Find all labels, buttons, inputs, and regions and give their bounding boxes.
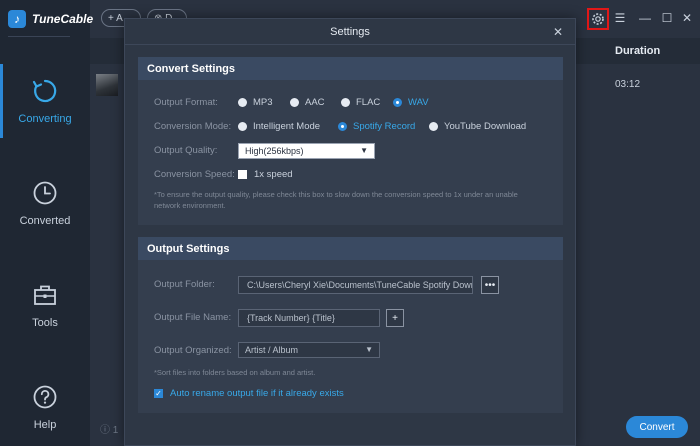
menu-icon[interactable]: ☰ (613, 11, 627, 25)
clock-icon (33, 181, 57, 205)
organized-note: *Sort files into folders based on album … (154, 368, 316, 377)
sidebar-item-label: Converted (19, 215, 71, 227)
conversion-mode-label: Conversion Mode: (154, 121, 232, 132)
sidebar: ♪ TuneCable Converting Converted Tools H… (0, 0, 93, 446)
settings-button[interactable] (587, 8, 609, 30)
toolbox-icon (34, 285, 56, 305)
close-icon[interactable]: ✕ (551, 25, 565, 39)
radio-dot (393, 98, 402, 107)
app-logo-icon: ♪ (8, 10, 26, 28)
radio-label: WAV (408, 97, 429, 108)
radio-dot (238, 98, 247, 107)
output-format-label: Output Format: (154, 97, 218, 108)
dialog-title: Settings (125, 19, 575, 45)
convert-settings-section: Convert Settings Output Format: MP3 AAC … (138, 57, 563, 225)
track-duration: 03:12 (615, 79, 641, 90)
duration-column-header: Duration (615, 45, 661, 57)
chevron-down-icon: ▼ (365, 345, 373, 354)
sidebar-item-help[interactable]: Help (0, 362, 90, 446)
sidebar-item-converted[interactable]: Converted (0, 158, 90, 248)
checkbox-label: Auto rename output file if it already ex… (170, 388, 344, 399)
output-quality-select[interactable]: High(256kbps) ▼ (238, 143, 375, 159)
output-folder-field[interactable]: C:\Users\Cheryl Xie\Documents\TuneCable … (238, 276, 473, 294)
radio-dot (238, 122, 247, 131)
format-radio-mp3[interactable]: MP3 (238, 97, 273, 108)
minimize-icon[interactable]: — (638, 11, 652, 25)
help-icon (33, 385, 57, 409)
checkbox-label: 1x speed (254, 169, 293, 180)
output-folder-label: Output Folder: (154, 279, 215, 290)
output-settings-section: Output Settings Output Folder: C:\Users\… (138, 237, 563, 413)
format-radio-aac[interactable]: AAC (290, 97, 325, 108)
sidebar-item-label: Help (33, 419, 57, 431)
chevron-down-icon: ▼ (360, 146, 368, 155)
browse-folder-button[interactable]: ••• (481, 276, 499, 294)
radio-dot (429, 122, 438, 131)
select-value: High(256kbps) (245, 146, 304, 156)
brand-divider (8, 36, 70, 37)
conversion-speed-label: Conversion Speed: (154, 169, 235, 180)
sidebar-item-label: Tools (32, 317, 58, 329)
radio-dot (290, 98, 299, 107)
speed-note: *To ensure the output quality, please ch… (154, 189, 554, 211)
radio-label: AAC (305, 97, 325, 108)
gear-icon (592, 13, 604, 25)
status-text: ⓘ 1 (100, 425, 119, 436)
app-brand: ♪ TuneCable (8, 8, 93, 30)
checkbox-checked-icon: ✓ (154, 389, 163, 398)
close-window-icon[interactable]: ✕ (680, 11, 694, 25)
convert-button[interactable]: Convert (626, 416, 688, 438)
mode-radio-intelligent[interactable]: Intelligent Mode (238, 121, 320, 132)
converting-icon (32, 79, 57, 103)
output-file-name-field[interactable]: {Track Number} {Title} (238, 309, 380, 327)
radio-dot (341, 98, 350, 107)
output-organized-select[interactable]: Artist / Album ▼ (238, 342, 380, 358)
radio-label: YouTube Download (444, 121, 527, 132)
output-file-name-label: Output File Name: (154, 312, 232, 323)
note-line: network environment. (154, 201, 226, 210)
sidebar-item-converting[interactable]: Converting (0, 56, 90, 146)
output-organized-label: Output Organized: (154, 345, 232, 356)
radio-label: Spotify Record (353, 121, 416, 132)
radio-label: FLAC (356, 97, 381, 108)
sidebar-item-tools[interactable]: Tools (0, 260, 90, 350)
section-title: Convert Settings (138, 57, 563, 80)
section-title: Output Settings (138, 237, 563, 260)
add-tag-button[interactable]: + (386, 309, 404, 327)
note-line: *To ensure the output quality, please ch… (154, 190, 518, 199)
mode-radio-youtube-download[interactable]: YouTube Download (429, 121, 526, 132)
radio-label: Intelligent Mode (253, 121, 321, 132)
format-radio-wav[interactable]: WAV (393, 97, 429, 108)
select-value: Artist / Album (245, 345, 299, 355)
speed-checkbox[interactable]: 1x speed (238, 169, 293, 180)
maximize-icon[interactable]: ☐ (660, 11, 674, 25)
mode-radio-spotify-record[interactable]: Spotify Record (338, 121, 415, 132)
format-radio-flac[interactable]: FLAC (341, 97, 380, 108)
sidebar-item-label: Converting (18, 113, 72, 125)
output-quality-label: Output Quality: (154, 145, 218, 156)
album-thumbnail (96, 74, 118, 96)
app-name: TuneCable (32, 12, 94, 26)
settings-dialog: Settings ✕ Convert Settings Output Forma… (124, 18, 576, 446)
radio-label: MP3 (253, 97, 273, 108)
auto-rename-checkbox[interactable]: ✓ Auto rename output file if it already e… (154, 388, 344, 399)
checkbox-box (238, 170, 247, 179)
radio-dot (338, 122, 347, 131)
